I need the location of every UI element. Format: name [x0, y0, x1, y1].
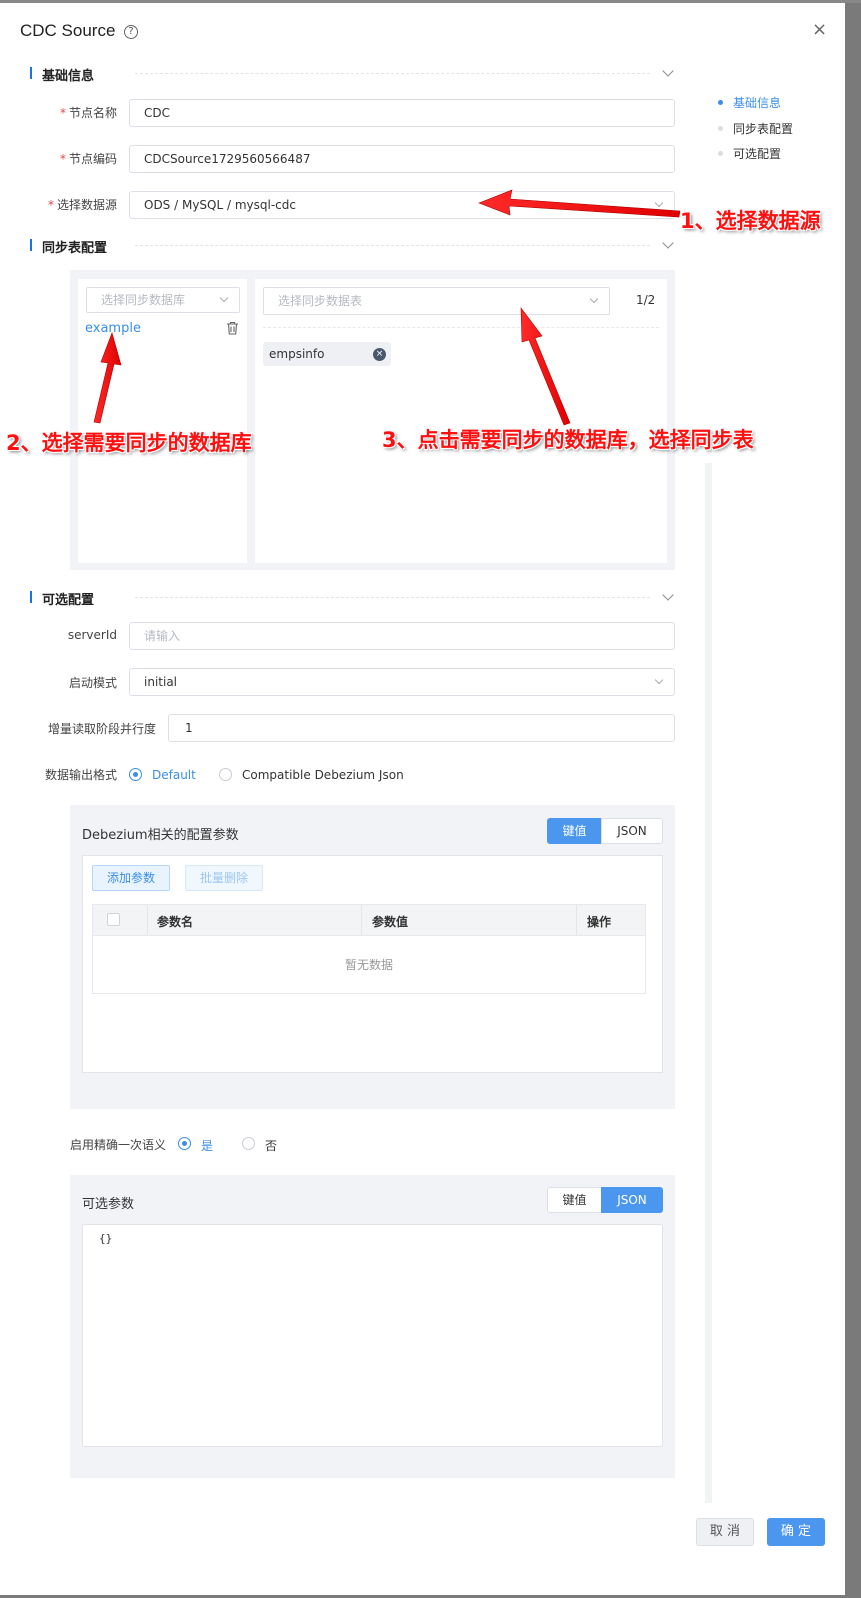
collapse-chevron-icon[interactable]: [662, 589, 674, 601]
add-param-button[interactable]: 添加参数: [92, 865, 170, 891]
parallel-input[interactable]: 1: [168, 714, 675, 742]
radio-no-label[interactable]: 否: [265, 1137, 277, 1154]
startup-mode-label: 启动模式: [68, 676, 117, 690]
annotation-step3: 3、点击需要同步的数据库，选择同步表: [382, 428, 754, 452]
startup-mode-select[interactable]: initial: [129, 668, 675, 696]
radio-compatible[interactable]: [219, 768, 232, 781]
radio-compatible-label[interactable]: Compatible Debezium Json: [242, 768, 404, 782]
ok-button[interactable]: 确 定: [767, 1518, 825, 1546]
radio-default[interactable]: [129, 768, 142, 781]
annotation-arrows: [93, 189, 681, 426]
column-divider: [147, 905, 148, 935]
arrow-step2: [93, 332, 122, 424]
radio-no[interactable]: [242, 1137, 255, 1150]
column-divider: [576, 905, 577, 935]
debezium-title: Debezium相关的配置参数: [82, 828, 239, 843]
json-editor[interactable]: {}: [82, 1224, 663, 1447]
annotation-step1: 1、选择数据源: [680, 209, 821, 233]
column-divider: [361, 905, 362, 935]
chevron-down-icon: [654, 675, 664, 685]
radio-yes-label[interactable]: 是: [201, 1137, 213, 1154]
params-table-empty: 暂无数据: [92, 936, 646, 994]
exactly-once-label: 启用精确一次语义: [69, 1138, 166, 1152]
parallel-label: 增量读取阶段并行度: [47, 722, 156, 736]
col-operation: 操作: [587, 915, 612, 929]
optional-params-title: 可选参数: [82, 1197, 135, 1212]
output-format-label: 数据输出格式: [44, 768, 117, 782]
seg-json[interactable]: JSON: [601, 818, 663, 844]
serverid-label: serverId: [67, 628, 117, 642]
section-title-optional: 可选配置: [30, 589, 94, 608]
section-divider: [135, 597, 650, 598]
seg-json-2[interactable]: JSON: [601, 1187, 663, 1213]
params-table-header: 参数名 参数值 操作: [92, 904, 646, 936]
select-all-checkbox[interactable]: [107, 913, 120, 926]
radio-default-label[interactable]: Default: [152, 768, 196, 782]
serverid-input[interactable]: 请输入: [129, 622, 675, 650]
cancel-button[interactable]: 取 消: [696, 1518, 754, 1546]
batch-delete-button[interactable]: 批量删除: [185, 865, 263, 891]
arrow-step1: [478, 189, 681, 218]
seg-kv-2[interactable]: 键值: [547, 1187, 602, 1213]
cdc-source-dialog: CDC Source ? × 基础信息 * 节点名称 CDC * 节点编码 CDCS…: [0, 3, 845, 1595]
col-param-name: 参数名: [157, 915, 194, 929]
scrollbar-track[interactable]: [705, 463, 712, 1503]
arrow-step3: [520, 307, 571, 426]
annotation-step2: 2、选择需要同步的数据库: [6, 431, 252, 455]
radio-yes[interactable]: [178, 1137, 191, 1150]
col-param-value: 参数值: [372, 915, 409, 929]
seg-kv[interactable]: 键值: [547, 818, 602, 844]
